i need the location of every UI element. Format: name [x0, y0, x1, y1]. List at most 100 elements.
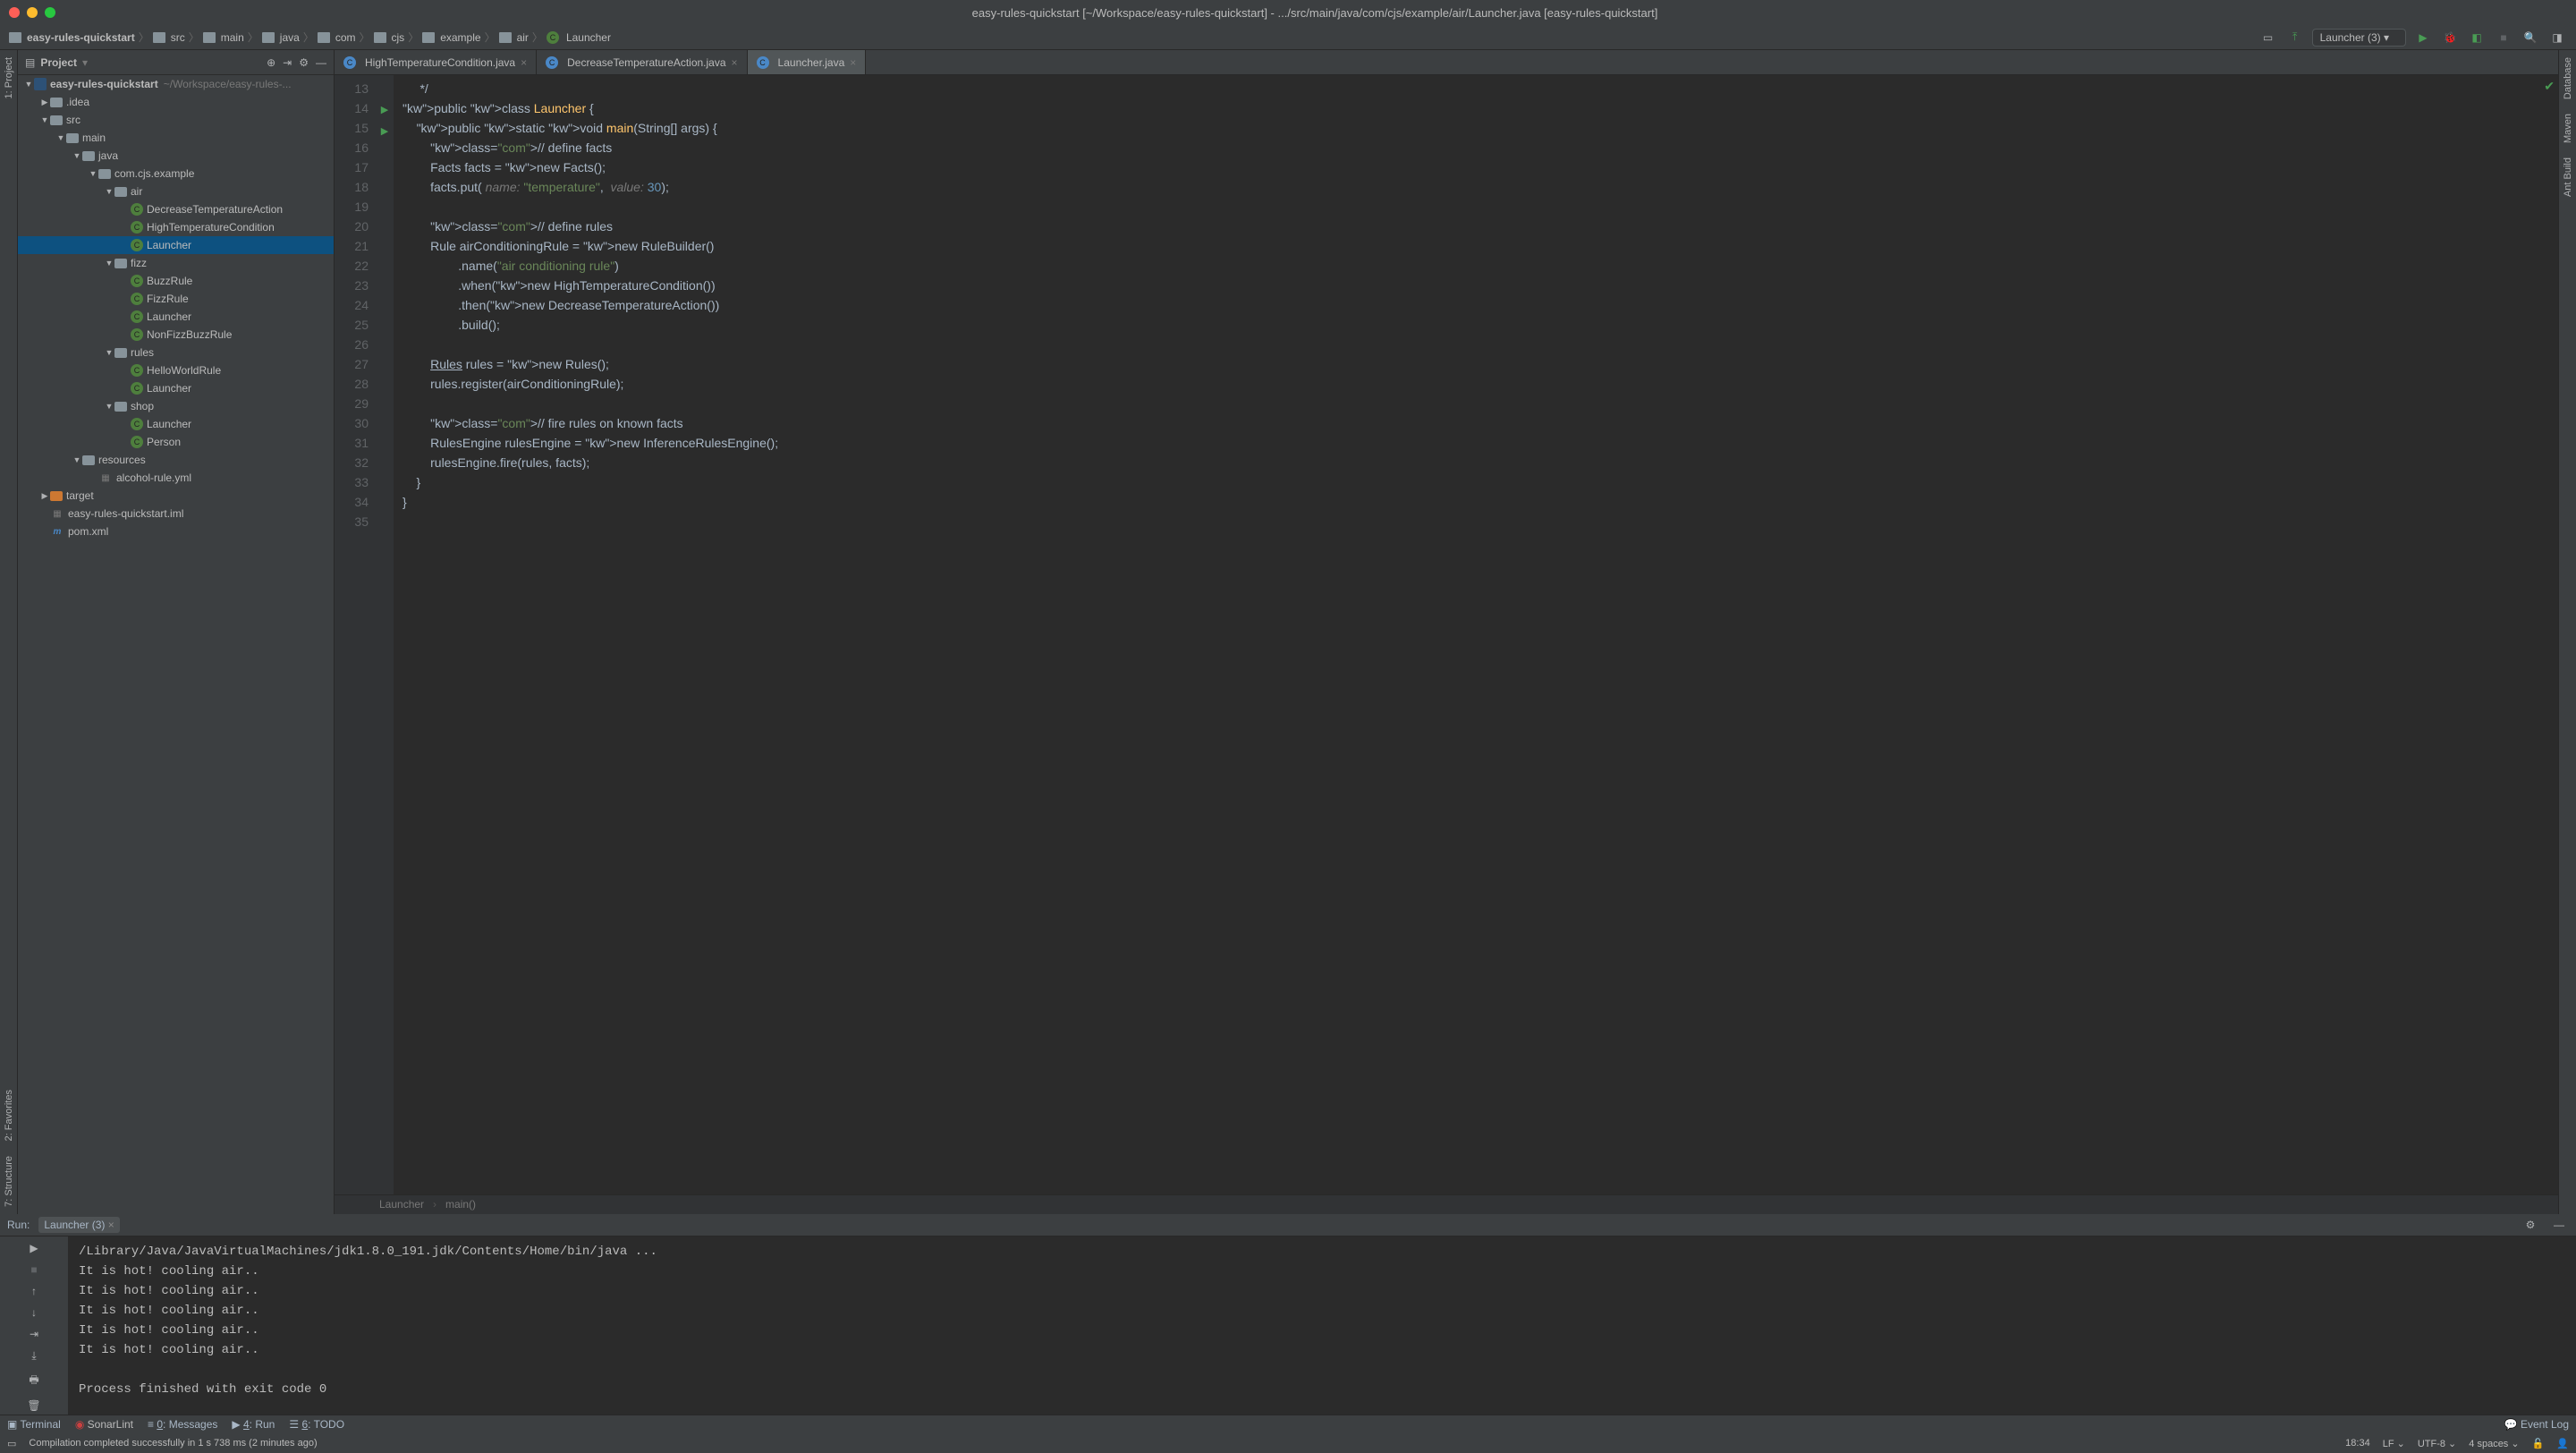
lock-icon[interactable]: 🔓 — [2532, 1438, 2545, 1449]
sidebar-title[interactable]: Project — [40, 56, 77, 69]
titlebar: easy-rules-quickstart [~/Workspace/easy-… — [0, 0, 2576, 25]
tree-node[interactable]: CDecreaseTemperatureAction — [18, 200, 334, 218]
collapse-icon[interactable]: ⇥ — [283, 56, 292, 69]
status-icon[interactable]: ▭ — [7, 1438, 16, 1449]
database-tool-button[interactable]: Database — [2563, 50, 2573, 106]
tree-node[interactable]: CLauncher — [18, 415, 334, 433]
stop-run-icon[interactable]: ■ — [24, 1263, 44, 1276]
toggle-icon[interactable]: ◨ — [2547, 28, 2567, 47]
crumb-class[interactable]: Launcher — [379, 1198, 424, 1211]
tree-node[interactable]: ▼resources — [18, 451, 334, 469]
gutter-run-icons: ▶▶ — [376, 75, 394, 1194]
tree-node[interactable]: CLauncher — [18, 308, 334, 326]
ant-tool-button[interactable]: Ant Build — [2563, 150, 2573, 204]
breadcrumb-item[interactable]: easy-rules-quickstart — [9, 31, 135, 44]
gutter-run-icon[interactable]: ▶ — [381, 126, 388, 137]
tree-node[interactable]: ▦easy-rules-quickstart.iml — [18, 505, 334, 523]
favorites-tool-button[interactable]: 2: Favorites — [4, 1083, 14, 1148]
breadcrumb-item[interactable]: cjs — [374, 31, 405, 44]
breadcrumb-item[interactable]: src — [153, 31, 185, 44]
run-icon[interactable]: ▶ — [2413, 28, 2433, 47]
tree-node[interactable]: ▼air — [18, 183, 334, 200]
tree-node[interactable]: ▼main — [18, 129, 334, 147]
close-tab-icon[interactable]: × — [521, 56, 527, 69]
close-tab-icon[interactable]: × — [850, 56, 856, 69]
trash-icon[interactable]: 🗑 — [24, 1399, 44, 1412]
print-icon[interactable]: 🖶 — [24, 1372, 44, 1390]
code-breadcrumbs[interactable]: Launcher › main() — [335, 1194, 2558, 1214]
tree-node[interactable]: CHighTemperatureCondition — [18, 218, 334, 236]
tree-node[interactable]: ▼fizz — [18, 254, 334, 272]
run-tab[interactable]: ▶ 4: Run — [232, 1418, 275, 1431]
locate-icon[interactable]: ⊕ — [267, 56, 275, 69]
hammer-icon[interactable]: ⤒ — [2285, 28, 2305, 47]
caret-position[interactable]: 18:34 — [2345, 1438, 2370, 1449]
tree-node[interactable]: CPerson — [18, 433, 334, 451]
breadcrumb-item[interactable]: CLauncher — [547, 31, 611, 44]
breadcrumb-item[interactable]: java — [262, 31, 300, 44]
tree-node[interactable]: ▦alcohol-rule.yml — [18, 469, 334, 487]
gutter-run-icon[interactable]: ▶ — [381, 105, 388, 115]
hide-icon[interactable]: — — [316, 56, 326, 69]
minimize-icon[interactable] — [27, 7, 38, 18]
tree-node[interactable]: ▶target — [18, 487, 334, 505]
editor-text[interactable]: */ "kw">public "kw">class Launcher { "kw… — [394, 75, 2558, 1194]
maven-tool-button[interactable]: Maven — [2563, 106, 2573, 150]
tree-node[interactable]: ▼src — [18, 111, 334, 129]
build-icon[interactable]: ▭ — [2258, 28, 2278, 47]
tree-node[interactable]: mpom.xml — [18, 523, 334, 540]
rerun-icon[interactable]: ▶ — [24, 1242, 44, 1254]
tree-node[interactable]: ▼java — [18, 147, 334, 165]
encoding[interactable]: UTF-8 ⌄ — [2418, 1438, 2456, 1449]
line-gutter[interactable]: 1314151617181920212223242526272829303132… — [335, 75, 376, 1194]
tree-node[interactable]: ▼com.cjs.example — [18, 165, 334, 183]
tree-node[interactable]: CLauncher — [18, 379, 334, 397]
sonarlint-tab[interactable]: ◉ SonarLint — [75, 1418, 133, 1431]
tree-node[interactable]: ▼rules — [18, 344, 334, 361]
todo-tab[interactable]: ☰ 6: TODO — [289, 1418, 344, 1431]
close-tab-icon[interactable]: × — [732, 56, 738, 69]
breadcrumb-item[interactable]: air — [499, 31, 529, 44]
event-log-tab[interactable]: 💬 Event Log — [2504, 1418, 2569, 1431]
breadcrumb-item[interactable]: example — [422, 31, 480, 44]
debug-icon[interactable]: 🐞 — [2440, 28, 2460, 47]
editor-tab[interactable]: CLauncher.java× — [748, 50, 867, 74]
project-tool-button[interactable]: 1: Project — [4, 50, 14, 106]
search-icon[interactable]: 🔍 — [2521, 28, 2540, 47]
stop-icon[interactable]: ■ — [2494, 28, 2513, 47]
scroll-icon[interactable]: ⤓ — [24, 1349, 44, 1363]
messages-tab[interactable]: ≡ 0: Messages — [148, 1418, 217, 1431]
tree-node[interactable]: ▼shop — [18, 397, 334, 415]
project-tree[interactable]: ▼ easy-rules-quickstart ~/Workspace/easy… — [18, 75, 334, 1214]
wrap-icon[interactable]: ⇥ — [24, 1328, 44, 1340]
tree-root[interactable]: ▼ easy-rules-quickstart ~/Workspace/easy… — [18, 75, 334, 93]
run-config-selector[interactable]: Launcher (3) ▾ — [2312, 29, 2406, 47]
run-config-tab[interactable]: Launcher (3) × — [38, 1217, 119, 1233]
breadcrumb-item[interactable]: com — [318, 31, 356, 44]
editor-tab[interactable]: CDecreaseTemperatureAction.java× — [537, 50, 747, 74]
indent[interactable]: 4 spaces ⌄ — [2469, 1438, 2519, 1449]
maximize-icon[interactable] — [45, 7, 55, 18]
inspector-icon[interactable]: 👤 — [2556, 1438, 2569, 1449]
tree-node[interactable]: CLauncher — [18, 236, 334, 254]
tree-node[interactable]: CBuzzRule — [18, 272, 334, 290]
editor-body: 1314151617181920212223242526272829303132… — [335, 75, 2558, 1194]
gear-icon[interactable]: ⚙ — [299, 56, 309, 69]
tree-node[interactable]: ▶.idea — [18, 93, 334, 111]
line-separator[interactable]: LF ⌄ — [2383, 1438, 2405, 1449]
run-hide-icon[interactable]: — — [2549, 1215, 2569, 1235]
down-icon[interactable]: ↓ — [24, 1306, 44, 1319]
tree-node[interactable]: CHelloWorldRule — [18, 361, 334, 379]
crumb-method[interactable]: main() — [445, 1198, 476, 1211]
structure-tool-button[interactable]: 7: Structure — [4, 1149, 14, 1214]
terminal-tab[interactable]: ▣ Terminal — [7, 1418, 61, 1431]
coverage-icon[interactable]: ◧ — [2467, 28, 2487, 47]
close-icon[interactable] — [9, 7, 20, 18]
tree-node[interactable]: CFizzRule — [18, 290, 334, 308]
console-output[interactable]: /Library/Java/JavaVirtualMachines/jdk1.8… — [68, 1236, 2576, 1415]
run-gear-icon[interactable]: ⚙ — [2521, 1215, 2540, 1235]
up-icon[interactable]: ↑ — [24, 1285, 44, 1297]
breadcrumb-item[interactable]: main — [203, 31, 244, 44]
tree-node[interactable]: CNonFizzBuzzRule — [18, 326, 334, 344]
editor-tab[interactable]: CHighTemperatureCondition.java× — [335, 50, 537, 74]
